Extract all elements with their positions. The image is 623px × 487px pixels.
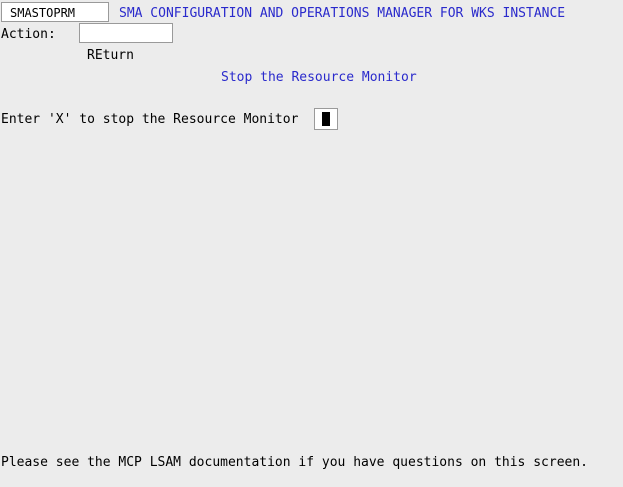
stop-prompt-label: Enter 'X' to stop the Resource Monitor [1, 112, 299, 127]
action-label: Action: [1, 27, 56, 42]
action-input[interactable] [79, 23, 173, 43]
stop-confirm-input[interactable] [314, 108, 338, 130]
screen-id-text: SMASTOPRM [10, 6, 76, 20]
screen-subtitle: Stop the Resource Monitor [221, 70, 417, 85]
text-cursor [322, 112, 330, 126]
screen-title: SMA CONFIGURATION AND OPERATIONS MANAGER… [119, 6, 566, 21]
screen-id-field: SMASTOPRM [1, 2, 109, 22]
return-option[interactable]: REturn [87, 48, 134, 63]
help-footer-text: Please see the MCP LSAM documentation if… [1, 455, 588, 470]
